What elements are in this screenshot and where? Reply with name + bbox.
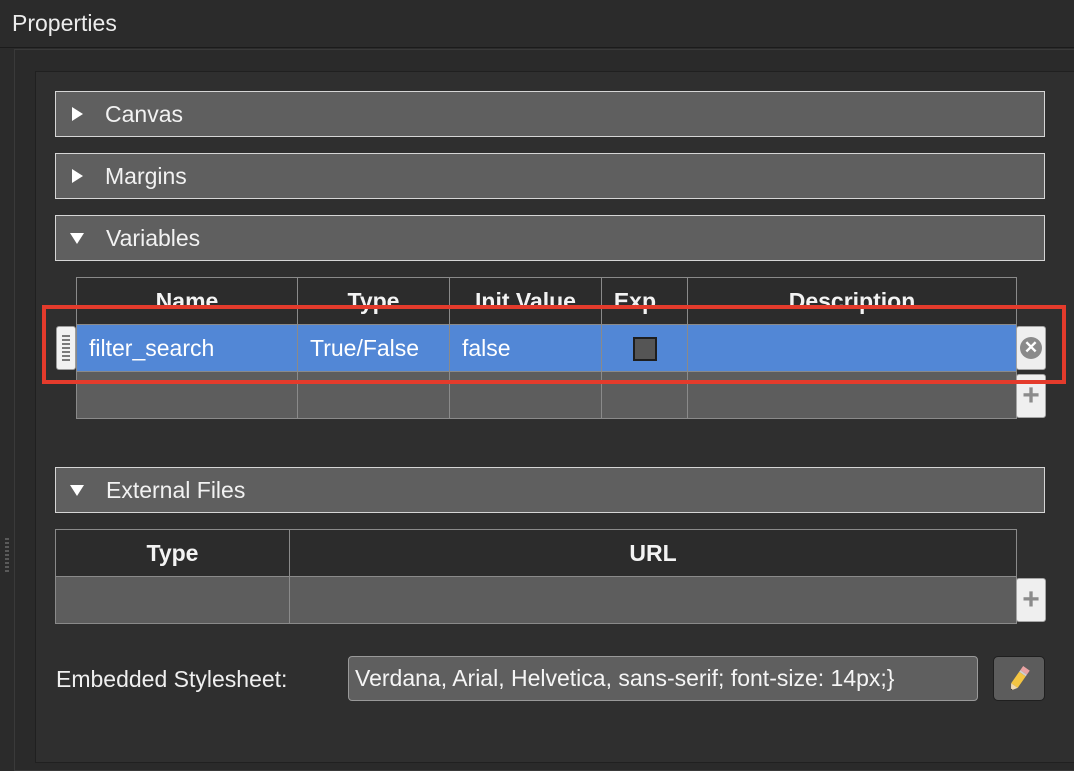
file-type-cell[interactable] (55, 576, 290, 624)
variable-init-value-cell[interactable]: false (449, 324, 602, 372)
panel-title: Properties (12, 10, 117, 36)
column-header-description[interactable]: Description (687, 277, 1017, 325)
column-header-name[interactable]: Name (76, 277, 298, 325)
variable-exported-cell[interactable] (601, 324, 688, 372)
splitter-handle[interactable] (5, 538, 9, 574)
add-external-file-button[interactable]: + (1016, 578, 1046, 622)
variable-description-cell[interactable] (687, 324, 1017, 372)
edit-stylesheet-button[interactable] (993, 656, 1045, 701)
variables-header-row: Name Type Init Value Exp... Description (76, 277, 1017, 325)
column-header-url[interactable]: URL (289, 529, 1017, 577)
variable-name-cell[interactable] (76, 371, 298, 419)
embedded-stylesheet-label: Embedded Stylesheet: (56, 666, 288, 692)
add-row-icon: + (1022, 379, 1040, 412)
triangle-down-icon (70, 484, 84, 496)
external-files-table: Type URL (55, 529, 1017, 624)
triangle-right-icon (72, 107, 83, 121)
table-row[interactable]: filter_search True/False false (76, 324, 1017, 372)
variable-type-cell[interactable]: True/False (297, 324, 450, 372)
variable-exported-cell[interactable] (601, 371, 688, 419)
column-header-type[interactable]: Type (55, 529, 290, 577)
drag-handle-icon[interactable] (56, 326, 76, 370)
section-canvas[interactable]: Canvas (55, 91, 1045, 137)
exported-checkbox[interactable] (632, 337, 657, 362)
title-separator (0, 47, 1074, 48)
variable-type-cell[interactable] (297, 371, 450, 419)
file-url-cell[interactable] (289, 576, 1017, 624)
variable-init-value-cell[interactable] (449, 371, 602, 419)
section-label: Margins (105, 162, 187, 189)
remove-row-icon: ✕ (1020, 337, 1042, 359)
table-row[interactable] (55, 576, 1017, 624)
triangle-right-icon (72, 169, 83, 183)
pencil-icon (1010, 665, 1030, 690)
variable-name-cell[interactable]: filter_search (76, 324, 298, 372)
triangle-down-icon (70, 232, 84, 244)
section-variables[interactable]: Variables (55, 215, 1045, 261)
section-external-files[interactable]: External Files (55, 467, 1045, 513)
embedded-stylesheet-field[interactable]: Verdana, Arial, Helvetica, sans-serif; f… (348, 656, 978, 701)
variable-description-cell[interactable] (687, 371, 1017, 419)
section-label: External Files (106, 476, 246, 503)
table-row[interactable] (76, 371, 1017, 419)
add-row-icon: + (1022, 583, 1040, 616)
column-header-init-value[interactable]: Init Value (449, 277, 602, 325)
external-files-header-row: Type URL (55, 529, 1017, 577)
section-label: Canvas (105, 100, 183, 127)
section-label: Variables (106, 224, 201, 251)
remove-row-button[interactable]: ✕ (1016, 326, 1046, 370)
add-variable-button[interactable]: + (1016, 374, 1046, 418)
column-header-type[interactable]: Type (297, 277, 450, 325)
variables-table: Name Type Init Value Exp... Description … (76, 277, 1017, 419)
column-header-exported[interactable]: Exp... (601, 277, 688, 325)
section-margins[interactable]: Margins (55, 153, 1045, 199)
